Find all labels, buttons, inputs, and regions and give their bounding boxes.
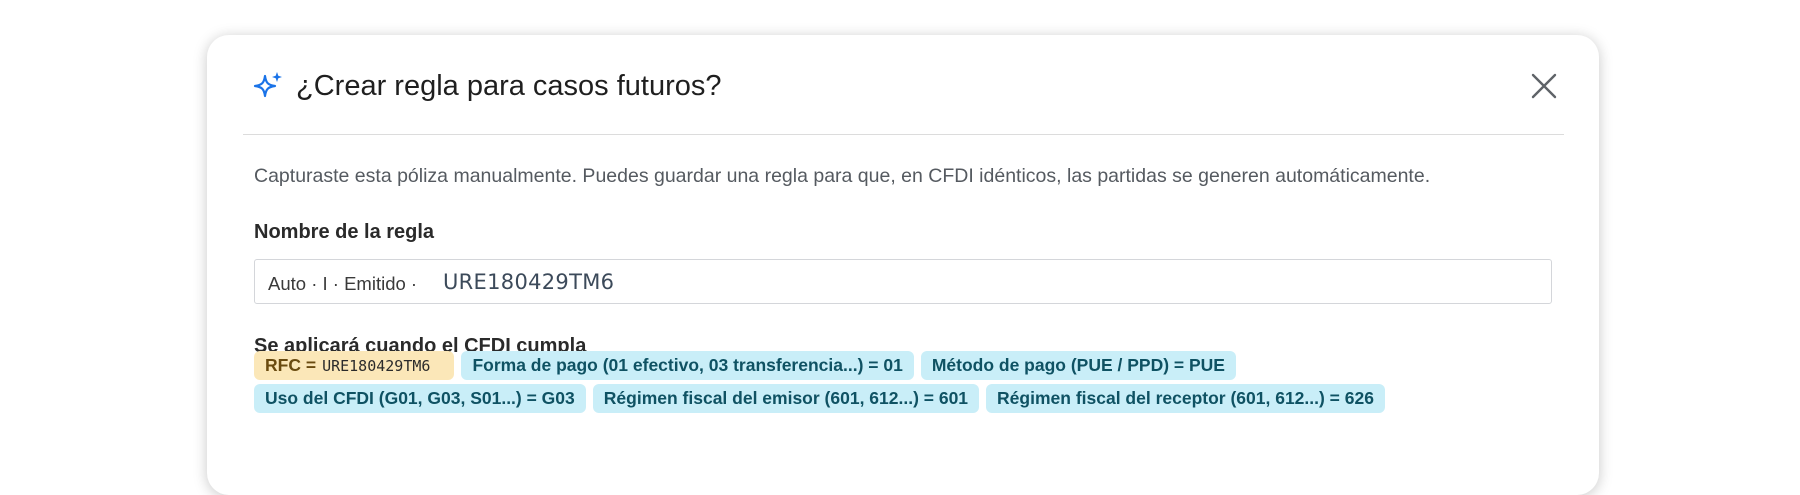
header-divider xyxy=(243,134,1564,135)
condition-chip-regimen-receptor: Régimen fiscal del receptor (601, 612...… xyxy=(986,384,1385,413)
rule-name-label: Nombre de la regla xyxy=(254,221,435,243)
rule-name-prefix: Auto · I · Emitido · xyxy=(268,273,418,294)
rfc-chip-value: URE180429TM6 xyxy=(322,357,431,375)
rule-name-input[interactable]: Auto · I · Emitido · URE180429TM6 xyxy=(254,259,1552,304)
condition-chip-rfc: RFC = URE180429TM6 xyxy=(254,351,455,380)
condition-chip-uso-cfdi: Uso del CFDI (G01, G03, S01...) = G03 xyxy=(254,384,586,413)
dialog-title: ¿Crear regla para casos futuros? xyxy=(296,70,722,102)
condition-chip-forma-pago: Forma de pago (01 efectivo, 03 transfere… xyxy=(461,351,914,380)
dialog-header: ¿Crear regla para casos futuros? xyxy=(207,35,1599,135)
conditions-row-1: RFC = URE180429TM6 Forma de pago (01 efec… xyxy=(254,351,1236,380)
rfc-chip-label: RFC = xyxy=(265,355,317,375)
close-icon[interactable] xyxy=(1529,71,1559,101)
sparkle-icon xyxy=(252,70,284,102)
conditions-row-2: Uso del CFDI (G01, G03, S01...) = G03 Ré… xyxy=(254,384,1385,413)
condition-chip-regimen-emisor: Régimen fiscal del emisor (601, 612...) … xyxy=(592,384,980,413)
rule-name-value[interactable]: URE180429TM6 xyxy=(443,270,614,294)
condition-chip-metodo-pago: Método de pago (PUE / PPD) = PUE xyxy=(920,351,1236,380)
dialog-description: Capturaste esta póliza manualmente. Pued… xyxy=(254,165,1431,187)
create-rule-dialog: ¿Crear regla para casos futuros? Captura… xyxy=(207,35,1599,495)
